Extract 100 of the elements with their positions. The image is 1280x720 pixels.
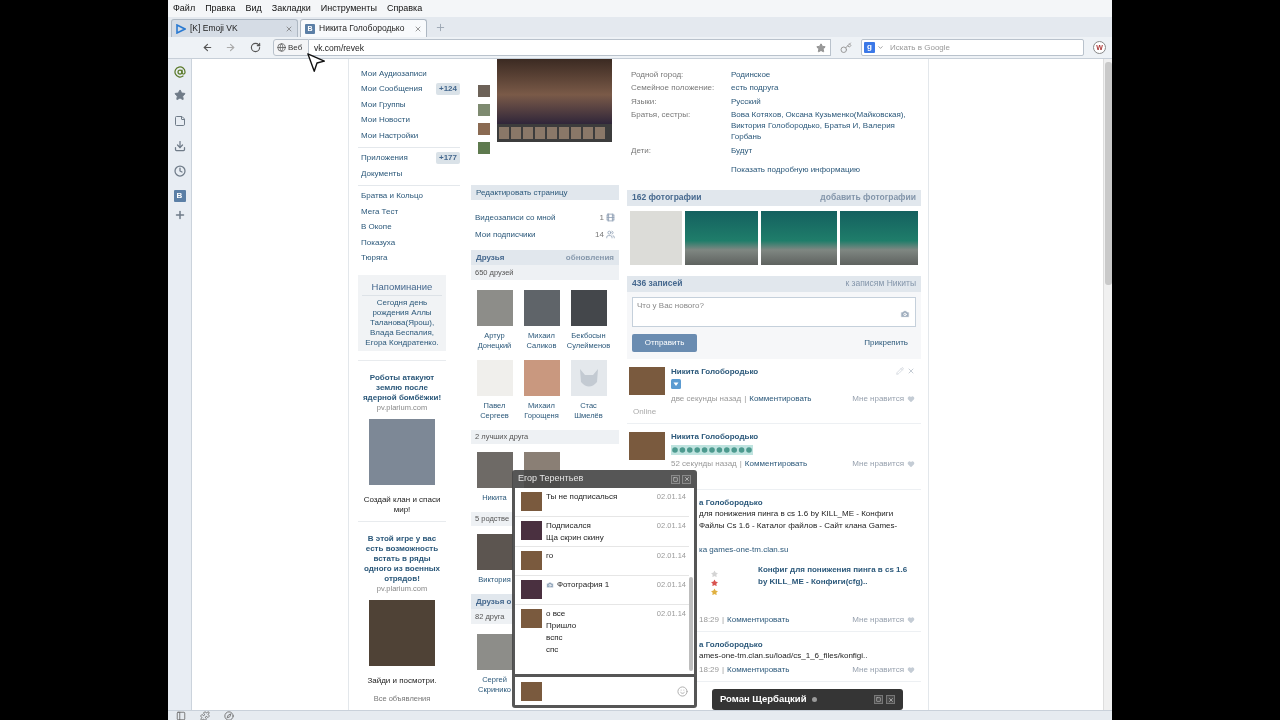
close-icon[interactable] <box>285 24 293 33</box>
menu-link[interactable]: Мои Настройки <box>361 129 419 142</box>
menu-link[interactable]: Мои Аудиозаписи <box>361 67 427 80</box>
menu-link[interactable]: Тюряга <box>361 252 388 265</box>
count-badge: +124 <box>435 83 460 96</box>
reminder-text: Сегодня день рождения Аллы Таланова(Ярош), Влада Беспалия, Егора Кондратенко. <box>364 298 440 348</box>
message-text: Пришло <box>546 620 577 632</box>
menu-link[interactable]: Мега Тест <box>361 205 399 218</box>
menu-item[interactable]: Правка <box>205 1 236 16</box>
section-title[interactable]: Друзья <box>476 251 505 264</box>
comment-link[interactable]: Комментировать <box>727 615 790 625</box>
menu-link[interactable]: В Окопе <box>361 221 392 234</box>
counter-link[interactable]: Видеозаписи со мной <box>475 211 556 224</box>
section-title[interactable]: 162 фотографии <box>632 191 702 204</box>
attachment-link[interactable]: Конфиг для понижения пинга в cs 1.6 by KILL_ME - Конфиги(cfg).. <box>758 564 915 596</box>
info-value[interactable]: Будут <box>731 144 921 156</box>
puzzle-icon[interactable] <box>200 711 210 720</box>
menu-item[interactable]: Инструменты <box>320 1 377 16</box>
camera-icon[interactable] <box>900 309 910 319</box>
avatar-placeholder[interactable] <box>476 452 513 488</box>
scrollbar-thumb[interactable] <box>1104 62 1112 285</box>
message-text: спс <box>546 644 559 656</box>
info-value[interactable]: Вова Котяхов, Оксана Кузьменко(Майковская), Виктория Голобородько, Братья И, Валерия Горбань <box>731 109 921 142</box>
back-icon <box>201 42 213 53</box>
avatar-placeholder[interactable] <box>476 634 513 670</box>
close-button[interactable] <box>886 695 895 704</box>
menu-link[interactable]: Мои Новости <box>361 114 410 127</box>
triangle-icon <box>176 23 186 34</box>
info-value[interactable]: есть подруга <box>731 82 921 93</box>
menu-link[interactable]: Приложения <box>361 152 408 165</box>
note-icon[interactable] <box>173 115 186 127</box>
smiley-icon[interactable] <box>677 685 688 697</box>
comment-link[interactable]: Комментировать <box>727 665 790 675</box>
menu-link[interactable]: Братва и Кольцо <box>361 190 423 203</box>
key-icon[interactable] <box>840 41 852 54</box>
default-avatar-icon <box>570 360 607 396</box>
post-input-field[interactable]: Что у Вас нового? <box>632 297 916 327</box>
show-more-link[interactable]: Показать подробную информацию <box>731 163 860 175</box>
close-icon[interactable] <box>907 367 915 375</box>
minimize-button[interactable] <box>874 695 883 704</box>
author-name[interactable]: Никита Голобородько <box>671 432 759 442</box>
close-button[interactable] <box>682 474 691 484</box>
photo-placeholder[interactable] <box>760 210 837 265</box>
close-icon[interactable] <box>414 24 422 33</box>
download-icon[interactable] <box>173 140 186 152</box>
bookmark-star-icon[interactable] <box>816 42 826 53</box>
attach-link[interactable]: Прикрепить <box>864 337 908 349</box>
star-icon[interactable] <box>173 89 186 101</box>
message-text: о все <box>546 608 566 620</box>
at-sign-icon[interactable] <box>173 66 186 78</box>
message-text: Ты не подписалься <box>546 491 618 503</box>
info-value[interactable]: Русский <box>731 95 921 107</box>
browser-tab[interactable]: [K] Emoji VK <box>171 19 298 37</box>
ad-caption: Зайди и посмотри. <box>366 676 438 686</box>
message-text: Фотография 1 <box>557 579 610 591</box>
comment-link[interactable]: Комментировать <box>744 459 808 469</box>
menu-link[interactable]: Документы <box>361 167 403 180</box>
plus-icon <box>434 22 446 33</box>
panel-icon[interactable] <box>176 711 186 720</box>
compass-icon[interactable] <box>224 711 234 720</box>
menu-item[interactable]: Закладки <box>271 1 311 16</box>
author-name[interactable]: Никита Голобородько <box>671 367 759 377</box>
film-icon <box>606 213 615 222</box>
send-button[interactable]: Отправить <box>632 334 697 352</box>
heart-icon <box>907 460 915 468</box>
info-label: Языки: <box>631 95 658 107</box>
photo-placeholder[interactable] <box>839 210 918 265</box>
menu-item[interactable]: Справка <box>386 1 423 16</box>
menu-link[interactable]: Мои Сообщения <box>361 83 423 96</box>
meta-separator: | <box>744 394 747 404</box>
letter-logo[interactable]: В <box>173 190 186 202</box>
author-name[interactable]: а Голобородько <box>699 640 763 650</box>
menu-link[interactable]: Показуха <box>361 236 396 249</box>
menu-item[interactable]: Вид <box>245 1 262 16</box>
plus-icon[interactable] <box>173 209 186 221</box>
meta-separator: | <box>739 459 742 469</box>
minimize-button[interactable] <box>671 474 680 484</box>
author-name[interactable]: а Голобородько <box>699 498 763 508</box>
ad-caption: Создай клан и спаси мир! <box>362 495 442 515</box>
section-title[interactable]: Друзья о <box>476 595 512 608</box>
ad-title[interactable]: Роботы атакуют землю после ядерной бомбёжки! <box>362 373 442 403</box>
chat-tab[interactable]: Роман Щербацкий <box>712 689 903 710</box>
ad-title[interactable]: В этой игре у вас есть возможность встать в ряды одного из военных отрядов! <box>362 534 442 584</box>
avatar-placeholder[interactable] <box>523 290 560 326</box>
identity-button[interactable]: Веб <box>273 39 309 56</box>
edit-page-button[interactable]: Редактировать страницу <box>471 185 619 200</box>
scrollbar-thumb[interactable] <box>689 577 693 671</box>
section-title[interactable]: 436 записей <box>632 277 683 290</box>
avatar-placeholder[interactable] <box>570 290 607 326</box>
clock-icon[interactable] <box>173 165 186 177</box>
avatar-placeholder[interactable] <box>476 534 513 570</box>
message-input-field[interactable] <box>515 677 694 705</box>
menu-item[interactable]: Файл <box>173 1 196 16</box>
letter-logo: g <box>864 42 875 53</box>
info-value[interactable]: Родинское <box>731 68 921 80</box>
link-source[interactable]: ка games-one-tm.clan.su <box>699 544 789 556</box>
menu-link[interactable]: Мои Группы <box>361 98 406 111</box>
close-icon <box>887 696 894 703</box>
comment-link[interactable]: Комментировать <box>749 394 812 404</box>
counter-link[interactable]: Мои подписчики <box>475 228 536 241</box>
